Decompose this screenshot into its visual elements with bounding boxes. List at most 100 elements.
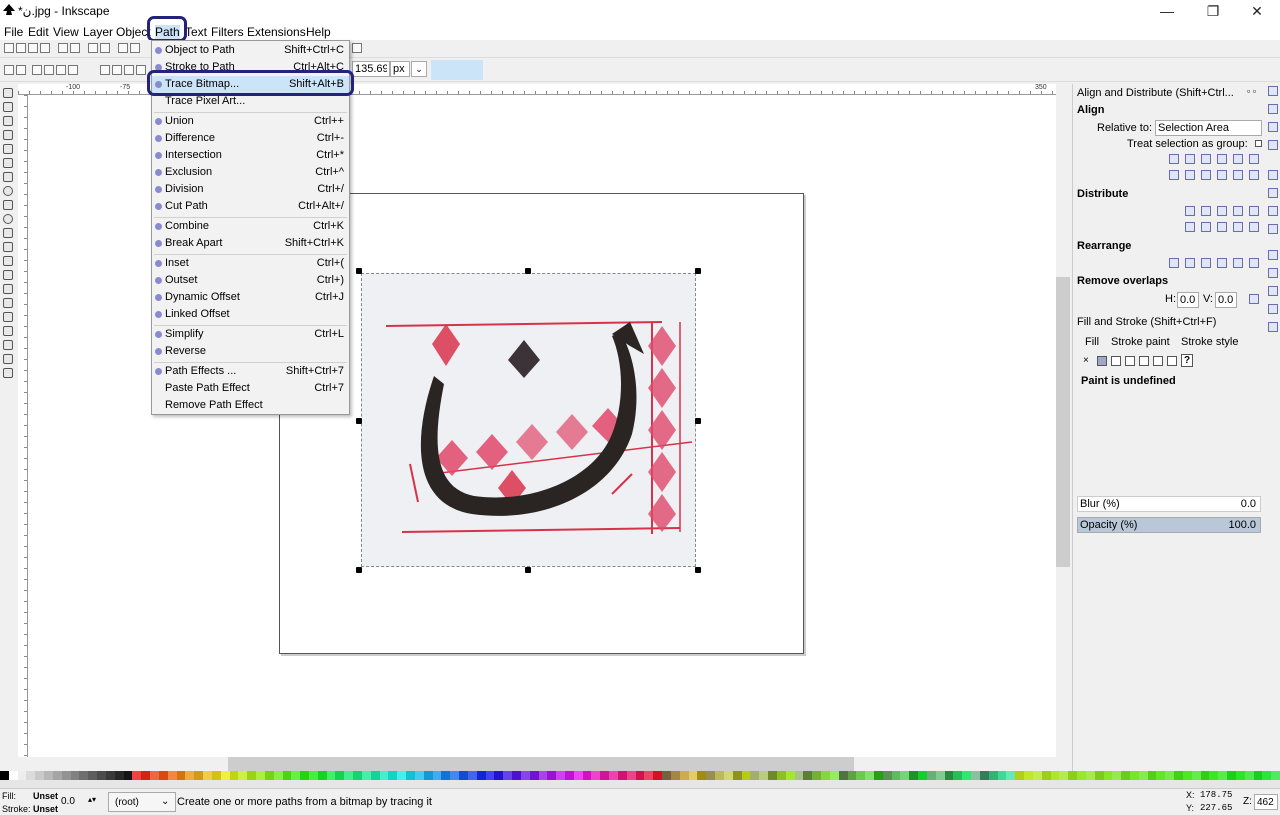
palette-swatch[interactable] xyxy=(476,771,486,780)
palette-swatch[interactable] xyxy=(944,771,954,780)
pattern-icon[interactable] xyxy=(1153,356,1163,366)
palette-swatch[interactable] xyxy=(635,771,645,780)
palette-swatch[interactable] xyxy=(794,771,804,780)
selector-tool-icon[interactable] xyxy=(3,88,13,98)
snap-bbox-corners-icon[interactable] xyxy=(1268,140,1278,150)
box-3d-tool-icon[interactable] xyxy=(3,172,13,182)
palette-swatch[interactable] xyxy=(953,771,963,780)
menu-item-paste-path-effect[interactable]: Paste Path Effect Ctrl+7 xyxy=(152,380,349,397)
blur-slider[interactable]: Blur (%) 0.0 xyxy=(1077,496,1261,512)
palette-swatch[interactable] xyxy=(229,771,239,780)
menu-item-simplify[interactable]: Simplify Ctrl+L xyxy=(152,326,349,343)
palette-swatch[interactable] xyxy=(1130,771,1139,780)
palette-swatch[interactable] xyxy=(132,771,142,780)
palette-swatch[interactable] xyxy=(821,771,830,780)
palette-swatch[interactable] xyxy=(662,771,671,780)
palette-swatch[interactable] xyxy=(829,771,839,780)
palette-swatch[interactable] xyxy=(44,771,53,780)
palette-swatch[interactable] xyxy=(1235,771,1245,780)
calligraphy-tool-icon[interactable] xyxy=(3,256,13,266)
treat-as-group-checkbox[interactable] xyxy=(1255,140,1262,147)
selection-handle[interactable] xyxy=(695,418,701,424)
lower-icon[interactable] xyxy=(124,65,134,75)
menu-item-object-to-path[interactable]: Object to Path Shift+Ctrl+C xyxy=(152,42,349,59)
distribute-vgaps-icon[interactable] xyxy=(1233,222,1243,232)
align-left-icon[interactable] xyxy=(1185,154,1195,164)
palette-swatch[interactable] xyxy=(512,771,521,780)
rotate-ccw-icon[interactable] xyxy=(32,65,42,75)
palette-swatch[interactable] xyxy=(538,771,548,780)
palette-swatch[interactable] xyxy=(600,771,610,780)
palette-swatch[interactable] xyxy=(926,771,936,780)
palette-swatch[interactable] xyxy=(220,771,230,780)
selection-handle[interactable] xyxy=(525,567,531,573)
palette-swatch[interactable] xyxy=(406,771,415,780)
palette-swatch[interactable] xyxy=(909,771,919,780)
palette-swatch[interactable] xyxy=(123,771,133,780)
unset-paint-icon[interactable]: ? xyxy=(1181,354,1193,367)
palette-swatch[interactable] xyxy=(441,771,451,780)
palette-swatch[interactable] xyxy=(467,771,477,780)
node-tool-icon[interactable] xyxy=(3,102,13,112)
new-document-icon[interactable] xyxy=(4,43,14,53)
palette-swatch[interactable] xyxy=(1094,771,1104,780)
palette-swatch[interactable] xyxy=(900,771,910,780)
measure-tool-icon[interactable] xyxy=(3,144,13,154)
snap-nodes-icon[interactable] xyxy=(1268,170,1278,180)
palette-swatch[interactable] xyxy=(211,771,221,780)
palette-swatch[interactable] xyxy=(150,771,159,780)
vertical-scroll-thumb[interactable] xyxy=(1056,277,1070,567)
snap-page-icon[interactable] xyxy=(1268,286,1278,296)
palette-swatch[interactable] xyxy=(1147,771,1157,780)
radial-gradient-icon[interactable] xyxy=(1125,356,1135,366)
palette-swatch[interactable] xyxy=(547,771,557,780)
menu-item-union[interactable]: Union Ctrl++ xyxy=(152,113,349,130)
align-left-edge-icon[interactable] xyxy=(1233,154,1243,164)
palette-swatch[interactable] xyxy=(52,771,62,780)
randomize-icon[interactable] xyxy=(1217,258,1227,268)
palette-swatch[interactable] xyxy=(8,771,18,780)
palette-swatch[interactable] xyxy=(785,771,795,780)
horizontal-scroll-thumb[interactable] xyxy=(228,757,854,771)
tab-fill[interactable]: Fill xyxy=(1085,336,1099,348)
selection-handle[interactable] xyxy=(356,268,362,274)
distribute-middle-icon[interactable] xyxy=(1201,222,1211,232)
close-button[interactable]: ✕ xyxy=(1234,0,1280,22)
palette-swatch[interactable] xyxy=(203,771,212,780)
selection-handle[interactable] xyxy=(695,268,701,274)
v-gap-input[interactable] xyxy=(1215,292,1237,308)
palette-swatch[interactable] xyxy=(706,771,716,780)
menu-item-difference[interactable]: Difference Ctrl+- xyxy=(152,130,349,147)
tab-stroke-paint[interactable]: Stroke paint xyxy=(1111,336,1170,348)
flip-v-icon[interactable] xyxy=(68,65,78,75)
palette-swatch[interactable] xyxy=(247,771,257,780)
menu-edit[interactable]: Edit xyxy=(28,25,49,39)
menu-item-remove-path-effect[interactable]: Remove Path Effect xyxy=(152,397,349,414)
bucket-tool-icon[interactable] xyxy=(3,312,13,322)
snap-bbox-icon[interactable] xyxy=(1268,104,1278,114)
align-top-icon[interactable] xyxy=(1185,170,1195,180)
color-palette[interactable] xyxy=(0,771,1280,780)
palette-swatch[interactable] xyxy=(388,771,398,780)
palette-swatch[interactable] xyxy=(1218,771,1228,780)
palette-swatch[interactable] xyxy=(353,771,362,780)
select-all-layers-icon[interactable] xyxy=(16,65,26,75)
palette-swatch[interactable] xyxy=(414,771,424,780)
palette-swatch[interactable] xyxy=(653,771,663,780)
menu-item-linked-offset[interactable]: Linked Offset xyxy=(152,306,349,323)
import-icon[interactable] xyxy=(58,43,68,53)
palette-swatch[interactable] xyxy=(838,771,848,780)
palette-swatch[interactable] xyxy=(715,771,724,780)
unit-dropdown-icon[interactable]: ⌄ xyxy=(411,61,427,77)
palette-swatch[interactable] xyxy=(282,771,292,780)
palette-swatch[interactable] xyxy=(865,771,874,780)
palette-swatch[interactable] xyxy=(768,771,777,780)
palette-swatch[interactable] xyxy=(979,771,989,780)
distribute-vbaseline-icon[interactable] xyxy=(1249,222,1259,232)
zoom-tool-icon[interactable] xyxy=(3,130,13,140)
distribute-gaps-icon[interactable] xyxy=(1233,206,1243,216)
menu-item-path-effects[interactable]: Path Effects ... Shift+Ctrl+7 xyxy=(152,363,349,380)
palette-swatch[interactable] xyxy=(741,771,751,780)
menu-item-combine[interactable]: Combine Ctrl+K xyxy=(152,218,349,235)
connector-tool-icon[interactable] xyxy=(3,368,13,378)
